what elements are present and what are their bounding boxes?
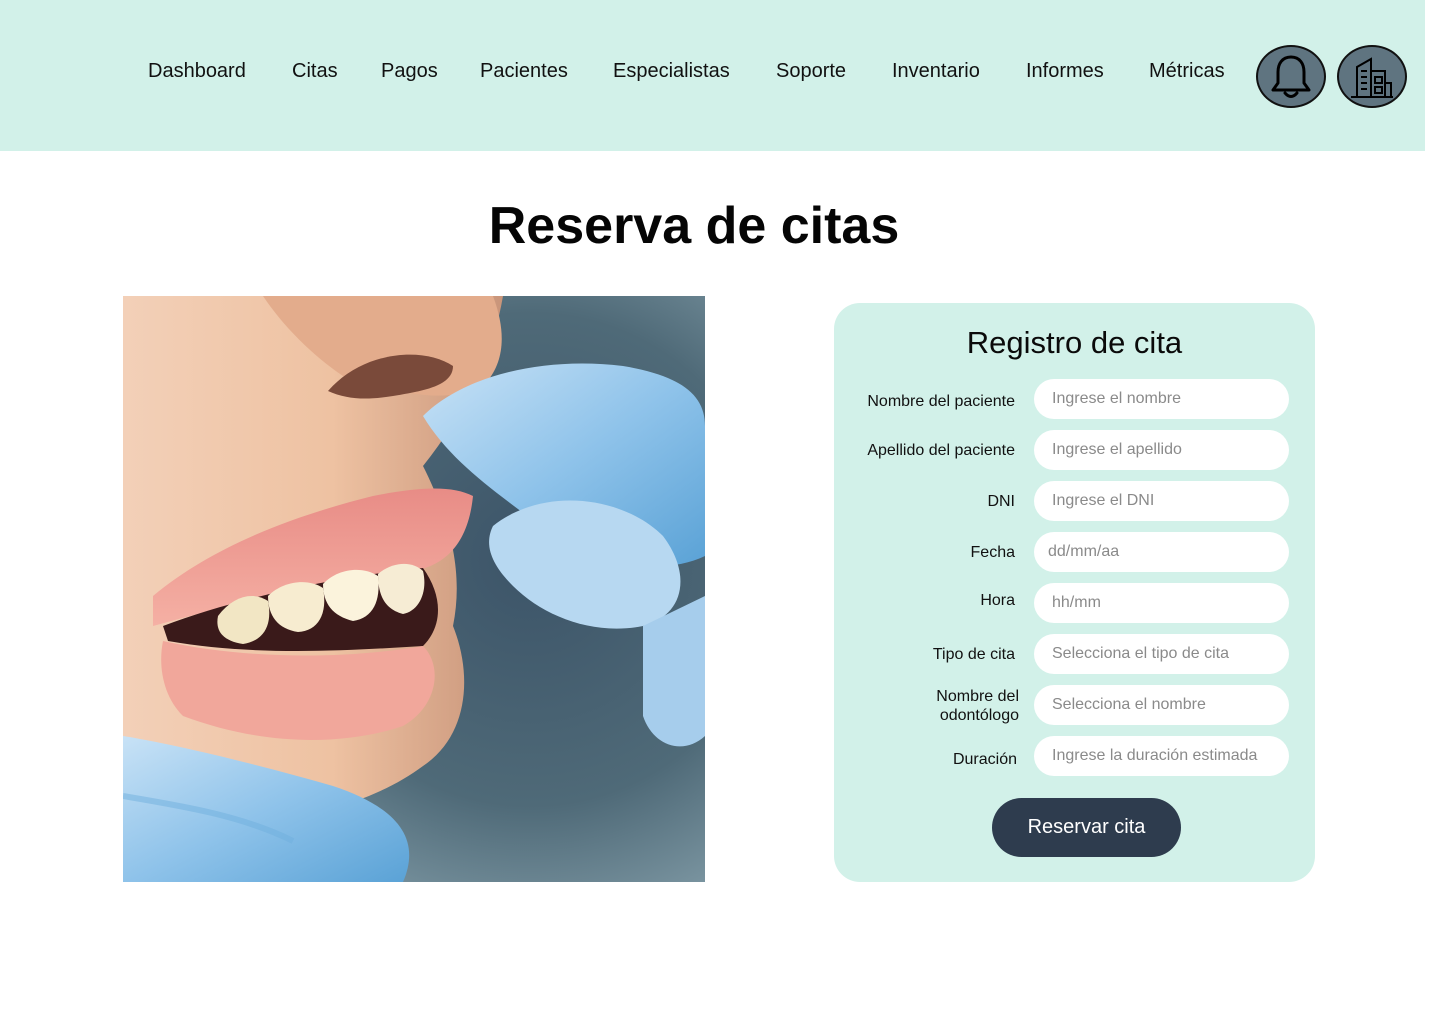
label-date: Fecha: [970, 544, 1015, 561]
duration-input[interactable]: [1034, 736, 1289, 776]
label-dentist-name: Nombre del odontólogo: [936, 688, 1019, 724]
time-input[interactable]: [1034, 583, 1289, 623]
bell-icon: [1271, 55, 1311, 98]
nav-item-inventario[interactable]: Inventario: [892, 60, 980, 83]
nav-item-metricas[interactable]: Métricas: [1149, 60, 1225, 83]
nav-item-pacientes[interactable]: Pacientes: [480, 60, 568, 83]
patient-last-name-input[interactable]: [1034, 430, 1289, 470]
label-patient-last-name: Apellido del paciente: [867, 442, 1015, 459]
nav-item-pagos[interactable]: Pagos: [381, 60, 438, 83]
notifications-button[interactable]: [1256, 45, 1326, 108]
patient-first-name-input[interactable]: [1034, 379, 1289, 419]
nav-item-citas[interactable]: Citas: [292, 60, 338, 83]
nav-item-soporte[interactable]: Soporte: [776, 60, 846, 83]
label-dni: DNI: [987, 493, 1015, 510]
appointment-form-card: Registro de cita Nombre del paciente Ape…: [834, 303, 1315, 882]
top-navbar: Dashboard Citas Pagos Pacientes Especial…: [0, 0, 1425, 151]
label-patient-first-name: Nombre del paciente: [867, 393, 1015, 410]
label-duration: Duración: [952, 751, 1017, 768]
building-icon: [1351, 56, 1393, 98]
date-input[interactable]: [1034, 532, 1289, 572]
dental-photo: [123, 296, 705, 882]
page-title: Reserva de citas: [488, 197, 900, 255]
label-appointment-type: Tipo de cita: [932, 646, 1015, 663]
reserve-appointment-button[interactable]: Reservar cita: [992, 798, 1181, 857]
dni-input[interactable]: [1034, 481, 1289, 521]
appointment-type-select[interactable]: [1034, 634, 1289, 674]
dentist-name-select[interactable]: [1034, 685, 1289, 725]
clinic-button[interactable]: [1337, 45, 1407, 108]
form-title: Registro de cita: [966, 325, 1183, 360]
nav-item-especialistas[interactable]: Especialistas: [613, 60, 730, 83]
nav-item-informes[interactable]: Informes: [1026, 60, 1104, 83]
nav-item-dashboard[interactable]: Dashboard: [148, 60, 246, 83]
label-time: Hora: [980, 592, 1015, 609]
